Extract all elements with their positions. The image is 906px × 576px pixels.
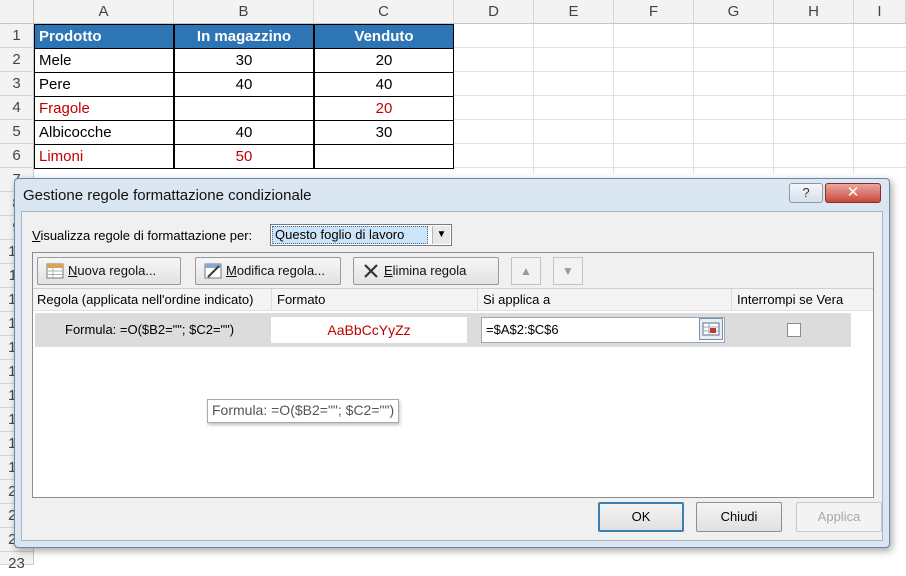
close-window-button[interactable]: ✕ bbox=[825, 183, 881, 203]
column-header-e[interactable]: E bbox=[534, 0, 614, 24]
new-rule-icon bbox=[46, 263, 64, 279]
ok-button[interactable]: OK bbox=[598, 502, 684, 532]
row-header[interactable]: 3 bbox=[0, 72, 34, 96]
arrow-up-icon: ▲ bbox=[520, 264, 532, 278]
new-rule-label: uova regola... bbox=[77, 263, 157, 278]
cell-a4[interactable]: Fragole bbox=[34, 96, 174, 121]
range-select-icon bbox=[702, 322, 720, 336]
row-header[interactable]: 6 bbox=[0, 144, 34, 168]
dialog-titlebar[interactable]: Gestione regole formattazione condiziona… bbox=[15, 179, 889, 211]
rules-table-header: Regola (applicata nell'ordine indicato) … bbox=[33, 289, 873, 311]
cell-c4[interactable]: 20 bbox=[314, 96, 454, 121]
dialog-title: Gestione regole formattazione condiziona… bbox=[23, 187, 312, 204]
move-up-button[interactable]: ▲ bbox=[511, 257, 541, 285]
range-select-button[interactable] bbox=[699, 318, 723, 340]
help-button[interactable]: ? bbox=[789, 183, 823, 203]
cell-header-prodotto[interactable]: Prodotto bbox=[34, 24, 174, 49]
grid-line bbox=[454, 143, 906, 144]
delete-rule-label: limina regola bbox=[392, 263, 467, 278]
view-rules-label-text: isualizza regole di formattazione per: bbox=[40, 228, 253, 243]
cell-b4[interactable] bbox=[174, 96, 314, 121]
column-header-d[interactable]: D bbox=[454, 0, 534, 24]
grid-line bbox=[454, 167, 906, 168]
cell-b2[interactable]: 30 bbox=[174, 48, 314, 73]
delete-rule-accesskey: E bbox=[384, 263, 393, 278]
view-rules-label: Visualizza regole di formattazione per: bbox=[32, 228, 252, 243]
view-rules-select[interactable]: Questo foglio di lavoro ▼ bbox=[270, 224, 452, 246]
new-rule-accesskey: N bbox=[68, 263, 78, 278]
new-rule-button[interactable]: Nuova regola... bbox=[37, 257, 181, 285]
grid-line bbox=[454, 95, 906, 96]
cell-a2[interactable]: Mele bbox=[34, 48, 174, 73]
column-separator[interactable] bbox=[271, 289, 272, 311]
cell-b3[interactable]: 40 bbox=[174, 72, 314, 97]
delete-rule-button[interactable]: Elimina regola bbox=[353, 257, 499, 285]
edit-rule-icon bbox=[204, 263, 222, 279]
column-header-stop-if-true[interactable]: Interrompi se Vera bbox=[737, 292, 843, 307]
cell-c3[interactable]: 40 bbox=[314, 72, 454, 97]
row-header[interactable]: 5 bbox=[0, 120, 34, 144]
formula-tooltip: Formula: =O($B2=""; $C2="") bbox=[207, 399, 400, 423]
rules-toolbar: Nuova regola... Modifica regola... Elimi… bbox=[33, 253, 873, 289]
column-separator[interactable] bbox=[477, 289, 478, 311]
rule-row[interactable]: Formula: =O($B2=""; $C2="") AaBbCcYyZz =… bbox=[35, 313, 851, 347]
dropdown-arrow-icon[interactable]: ▼ bbox=[432, 226, 450, 244]
grid-line bbox=[454, 71, 906, 72]
arrow-down-icon: ▼ bbox=[562, 264, 574, 278]
cell-c5[interactable]: 30 bbox=[314, 120, 454, 145]
conditional-formatting-dialog: Gestione regole formattazione condiziona… bbox=[14, 178, 890, 548]
close-button[interactable]: Chiudi bbox=[696, 502, 782, 532]
edit-rule-label: odifica regola... bbox=[236, 263, 326, 278]
rule-formula: Formula: =O($B2=""; $C2="") bbox=[65, 322, 235, 337]
help-icon: ? bbox=[802, 185, 810, 200]
select-all-corner[interactable] bbox=[0, 0, 34, 24]
edit-rule-accesskey: M bbox=[226, 263, 237, 278]
column-separator[interactable] bbox=[731, 289, 732, 311]
stop-if-true-checkbox[interactable] bbox=[787, 323, 801, 337]
column-header-c[interactable]: C bbox=[314, 0, 454, 24]
column-header-f[interactable]: F bbox=[614, 0, 694, 24]
cell-header-in-magazzino[interactable]: In magazzino bbox=[174, 24, 314, 49]
edit-rule-button[interactable]: Modifica regola... bbox=[195, 257, 341, 285]
dialog-body: Visualizza regole di formattazione per: … bbox=[21, 211, 883, 541]
row-header[interactable]: 4 bbox=[0, 96, 34, 120]
cell-c2[interactable]: 20 bbox=[314, 48, 454, 73]
applies-to-input[interactable]: =$A$2:$C$6 bbox=[481, 317, 725, 343]
cell-header-venduto[interactable]: Venduto bbox=[314, 24, 454, 49]
row-header[interactable]: 1 bbox=[0, 24, 34, 48]
grid-line bbox=[454, 119, 906, 120]
cell-a5[interactable]: Albicocche bbox=[34, 120, 174, 145]
column-header-format[interactable]: Formato bbox=[277, 292, 325, 307]
rules-panel: Nuova regola... Modifica regola... Elimi… bbox=[32, 252, 874, 498]
cell-a6[interactable]: Limoni bbox=[34, 144, 174, 169]
column-header-h[interactable]: H bbox=[774, 0, 854, 24]
format-preview: AaBbCcYyZz bbox=[271, 317, 467, 343]
row-header[interactable]: 23 bbox=[0, 552, 34, 572]
cell-c6[interactable] bbox=[314, 144, 454, 169]
column-header-applies-to[interactable]: Si applica a bbox=[483, 292, 550, 307]
row-header[interactable]: 2 bbox=[0, 48, 34, 72]
column-header-a[interactable]: A bbox=[34, 0, 174, 24]
cell-a3[interactable]: Pere bbox=[34, 72, 174, 97]
delete-icon bbox=[364, 263, 378, 278]
cell-b5[interactable]: 40 bbox=[174, 120, 314, 145]
column-header-b[interactable]: B bbox=[174, 0, 314, 24]
close-icon: ✕ bbox=[846, 184, 860, 201]
move-down-button[interactable]: ▼ bbox=[553, 257, 583, 285]
column-header-rule[interactable]: Regola (applicata nell'ordine indicato) bbox=[37, 292, 253, 307]
column-header-g[interactable]: G bbox=[694, 0, 774, 24]
view-rules-select-value: Questo foglio di lavoro bbox=[272, 226, 428, 244]
grid-line bbox=[454, 47, 906, 48]
cell-b6[interactable]: 50 bbox=[174, 144, 314, 169]
apply-button[interactable]: Applica bbox=[796, 502, 882, 532]
column-header-i[interactable]: I bbox=[854, 0, 906, 24]
